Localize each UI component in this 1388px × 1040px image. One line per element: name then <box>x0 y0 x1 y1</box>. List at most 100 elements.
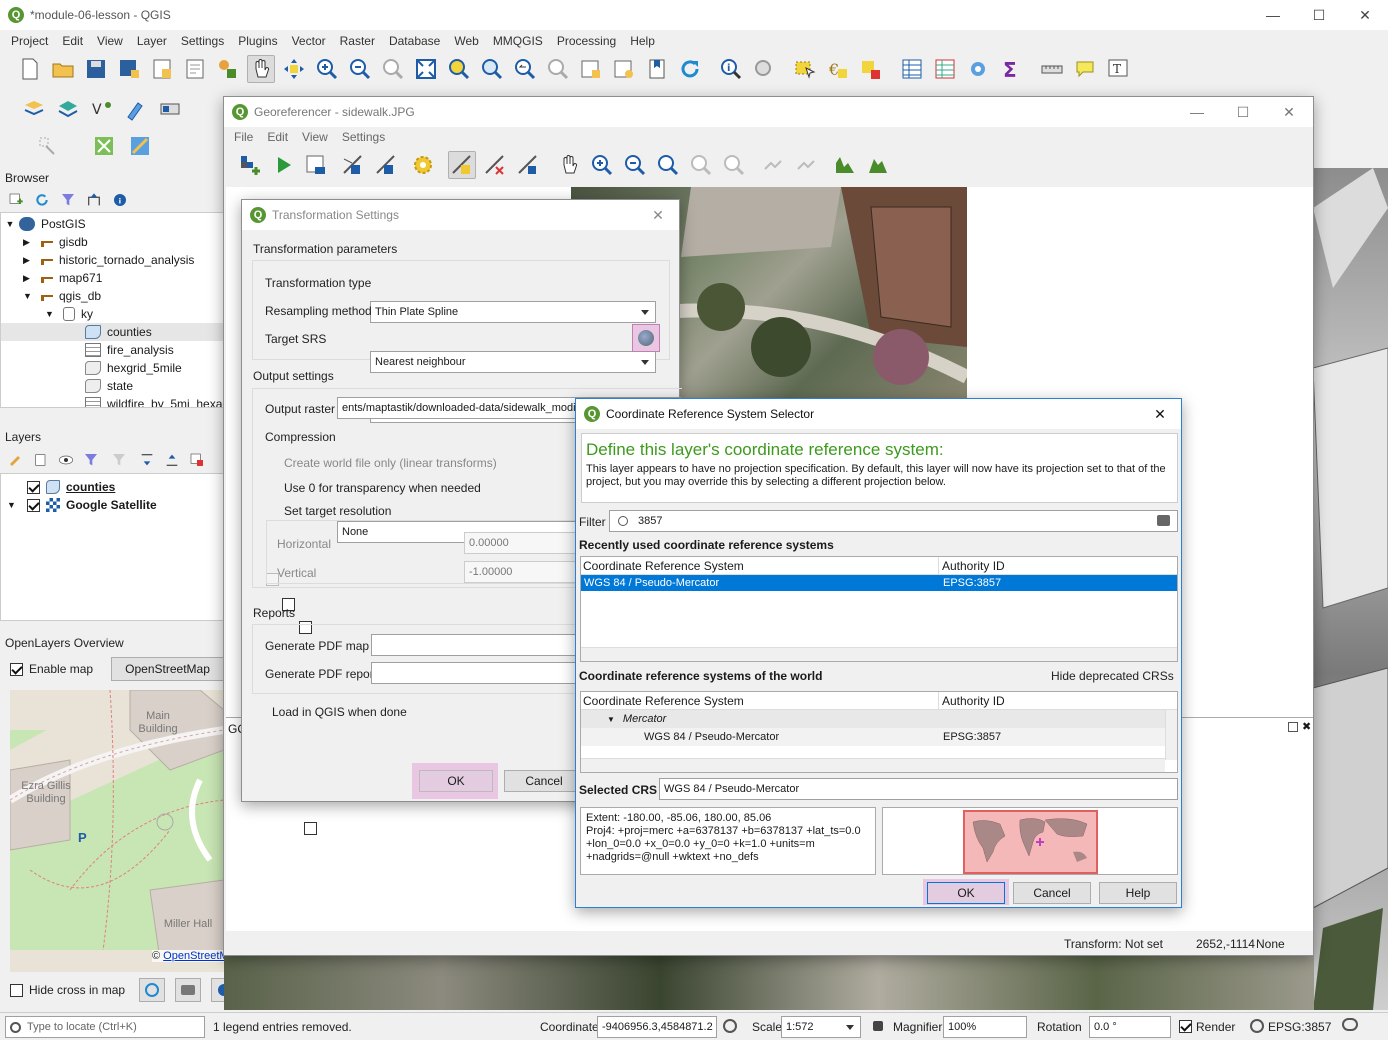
georef-zoom-next-icon[interactable] <box>720 151 748 179</box>
measure-icon[interactable] <box>1038 55 1066 83</box>
browser-item-map671[interactable]: ▶ map671 <box>1 269 223 287</box>
expand-all-icon[interactable] <box>135 448 159 472</box>
zoom-to-selection-icon[interactable] <box>445 55 473 83</box>
pan-to-selection-icon[interactable] <box>280 55 308 83</box>
link-georef-icon[interactable] <box>759 151 787 179</box>
show-bookmarks-icon[interactable] <box>610 55 638 83</box>
save-project-icon[interactable] <box>82 55 110 83</box>
openstreetmap-button[interactable]: OpenStreetMap <box>111 657 224 681</box>
browser-item-historic-tornado[interactable]: ▶ historic_tornado_analysis <box>1 251 223 269</box>
zoom-out-icon[interactable] <box>346 55 374 83</box>
osm-attribution-link[interactable]: OpenStreetMap <box>163 950 224 962</box>
crs-ok-button[interactable]: OK <box>927 882 1005 904</box>
zoom-full-icon[interactable] <box>412 55 440 83</box>
zoom-native-icon[interactable] <box>379 55 407 83</box>
open-raster-icon[interactable] <box>236 151 264 179</box>
georef-zoom-in-icon[interactable] <box>588 151 616 179</box>
save-gcp-icon[interactable] <box>372 151 400 179</box>
new-project-icon[interactable] <box>16 55 44 83</box>
transformation-settings-icon[interactable] <box>409 151 437 179</box>
remove-layer-icon[interactable] <box>185 448 209 472</box>
world-vscrollbar[interactable] <box>1165 710 1177 760</box>
select-crs-button[interactable] <box>632 324 660 352</box>
georef-zoom-layer-icon[interactable] <box>654 151 682 179</box>
layer-item-google-satellite[interactable]: ▼ Google Satellite <box>1 496 223 514</box>
scale-combo[interactable]: 1:572 <box>781 1016 861 1038</box>
maximize-button[interactable]: ☐ <box>1296 0 1342 30</box>
browser-item-gisdb[interactable]: ▶ gisdb <box>1 233 223 251</box>
recent-col-crs[interactable]: Coordinate Reference System <box>581 557 939 574</box>
georeferencer-icon[interactable] <box>90 132 118 160</box>
coordinate-toggle-icon[interactable] <box>723 1019 737 1033</box>
resampling-combo[interactable]: Nearest neighbour <box>370 351 656 373</box>
add-raster-layer-icon[interactable] <box>54 95 82 123</box>
georef-menu-edit[interactable]: Edit <box>267 130 288 144</box>
identify-icon[interactable]: i <box>717 55 745 83</box>
clear-filter-icon[interactable] <box>1157 515 1170 526</box>
overview-map[interactable]: Main Building Ezra Gillis Building Mille… <box>10 690 224 972</box>
georef-menu-settings[interactable]: Settings <box>342 130 385 144</box>
browser-item-wildfire[interactable]: wildfire_by_5mi_hexag <box>1 395 223 407</box>
close-button[interactable]: ✕ <box>1342 0 1388 30</box>
load-in-qgis-checkbox[interactable] <box>304 822 318 835</box>
recent-crs-row[interactable]: WGS 84 / Pseudo-Mercator EPSG:3857 <box>581 575 1177 591</box>
coordinate-field[interactable]: -9406956.3,4584871.2 <box>597 1016 717 1038</box>
zoom-last-icon[interactable] <box>511 55 539 83</box>
layer-item-counties[interactable]: counties <box>1 478 223 496</box>
recent-hscrollbar[interactable] <box>581 647 1177 661</box>
map-tips-icon[interactable] <box>1071 55 1099 83</box>
deselect-icon[interactable] <box>857 55 885 83</box>
new-temp-layer-icon[interactable] <box>156 95 184 123</box>
world-crs-group-mercator[interactable]: ▼ Mercator <box>581 710 1177 728</box>
enable-map-checkbox[interactable] <box>10 662 23 676</box>
print-layout-icon[interactable] <box>148 55 176 83</box>
crs-cancel-button[interactable]: Cancel <box>1013 882 1091 904</box>
menu-database[interactable]: Database <box>389 34 440 48</box>
menu-help[interactable]: Help <box>630 34 655 48</box>
start-georeferencing-icon[interactable] <box>269 151 297 179</box>
refresh-overview-button[interactable] <box>139 978 166 1002</box>
lock-scale-icon[interactable] <box>873 1021 883 1031</box>
digitize-icon[interactable] <box>34 132 62 160</box>
collapse-all-layers-icon[interactable] <box>160 448 184 472</box>
crs-help-button[interactable]: Help <box>1099 882 1177 904</box>
gcp-close-icon[interactable]: ✖ <box>1302 720 1311 733</box>
zoom-to-layer-icon[interactable] <box>478 55 506 83</box>
browser-item-state[interactable]: state <box>1 377 223 395</box>
filter-expression-icon[interactable] <box>104 448 134 472</box>
georef-pan-icon[interactable] <box>555 151 583 179</box>
main-map-canvas[interactable] <box>1313 168 1388 1010</box>
add-delimited-text-icon[interactable]: V <box>88 95 116 123</box>
transform-type-combo[interactable]: Thin Plate Spline <box>370 301 656 323</box>
georef-zoom-out-icon[interactable] <box>621 151 649 179</box>
move-gcp-icon[interactable] <box>514 151 542 179</box>
collapse-all-icon[interactable] <box>82 188 106 212</box>
text-annotation-icon[interactable]: T <box>1104 55 1132 83</box>
crs-status[interactable]: EPSG:3857 <box>1268 1020 1331 1034</box>
zoom-in-icon[interactable] <box>313 55 341 83</box>
menu-project[interactable]: Project <box>11 34 48 48</box>
georef-zoom-last-icon[interactable] <box>687 151 715 179</box>
georef-maximize-button[interactable]: ☐ <box>1220 97 1266 127</box>
menu-web[interactable]: Web <box>454 34 478 48</box>
add-point-icon[interactable] <box>448 151 476 179</box>
layout-manager-icon[interactable] <box>181 55 209 83</box>
menu-layer[interactable]: Layer <box>137 34 167 48</box>
open-project-icon[interactable] <box>49 55 77 83</box>
layer-visibility-checkbox[interactable] <box>27 480 40 494</box>
georef-minimize-button[interactable]: — <box>1174 97 1220 127</box>
browser-item-fire-analysis[interactable]: fire_analysis <box>1 341 223 359</box>
refresh-icon[interactable] <box>676 55 704 83</box>
attribute-table-icon[interactable] <box>898 55 926 83</box>
render-checkbox[interactable] <box>1179 1020 1192 1033</box>
properties-info-icon[interactable]: i <box>108 188 132 212</box>
georef-close-button[interactable]: ✕ <box>1266 97 1312 127</box>
browser-item-ky[interactable]: ▼ ky <box>1 305 223 323</box>
capture-button[interactable] <box>175 978 202 1002</box>
add-vector-layer-icon[interactable] <box>20 95 48 123</box>
full-histogram-stretch-icon[interactable] <box>831 151 859 179</box>
menu-edit[interactable]: Edit <box>62 34 83 48</box>
statistics-icon[interactable]: Σ <box>997 55 1025 83</box>
new-bookmark-icon[interactable] <box>577 55 605 83</box>
menu-vector[interactable]: Vector <box>292 34 326 48</box>
